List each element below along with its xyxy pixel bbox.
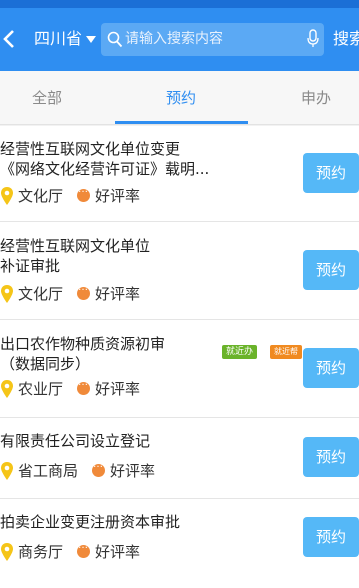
tab-appointment[interactable]: 预约	[166, 88, 196, 108]
department-label: 省工商局	[18, 462, 79, 480]
appointment-button[interactable]: 预约	[303, 153, 359, 193]
location-pin-icon	[1, 284, 13, 303]
rating-icon	[77, 540, 91, 558]
tab-apply[interactable]: 申办	[301, 88, 331, 108]
top-bar: 四川省 请输入搜索内容 搜索	[0, 8, 359, 71]
list-item[interactable]: 经营性互联网文化单位变更 《网络文化经营许可证》载明... 文化厅 好评率 预约	[0, 126, 359, 222]
item-meta: 商务厅 好评率	[0, 540, 141, 562]
microphone-icon[interactable]	[306, 29, 320, 49]
back-arrow-icon[interactable]	[2, 26, 16, 52]
region-selector[interactable]: 四川省	[34, 29, 97, 49]
item-title-line2: 《网络文化经营许可证》载明...	[0, 160, 210, 178]
list-item[interactable]: 出口农作物种质资源初审 （数据同步） 就近办 就近帮 农业厅 好评率 预约	[0, 320, 359, 418]
search-button[interactable]: 搜索	[333, 29, 359, 49]
appointment-button[interactable]: 预约	[303, 517, 359, 557]
nearby-help-tag: 就近帮	[270, 345, 302, 359]
tab-all[interactable]: 全部	[32, 88, 62, 108]
list-item[interactable]: 有限责任公司设立登记 省工商局 好评率 预约	[0, 418, 359, 499]
rating-icon	[77, 377, 91, 395]
department-label: 文化厅	[18, 285, 64, 303]
region-label: 四川省	[34, 29, 83, 48]
active-tab-indicator	[115, 121, 248, 124]
item-meta: 文化厅 好评率	[0, 282, 141, 304]
appointment-button[interactable]: 预约	[303, 348, 359, 388]
rating-icon	[92, 459, 106, 477]
list-item[interactable]: 拍卖企业变更注册资本审批 商务厅 好评率 预约	[0, 499, 359, 588]
item-meta: 文化厅 好评率	[0, 184, 141, 206]
location-pin-icon	[1, 542, 13, 561]
item-title-line1: 经营性互联网文化单位变更	[0, 140, 181, 158]
rating-icon	[77, 184, 91, 202]
item-meta: 农业厅 好评率	[0, 377, 141, 399]
item-title: 有限责任公司设立登记	[0, 432, 151, 450]
rating-label: 好评率	[95, 285, 141, 303]
search-input[interactable]: 请输入搜索内容	[101, 23, 324, 56]
appointment-button[interactable]: 预约	[303, 437, 359, 477]
item-meta: 省工商局 好评率	[0, 459, 156, 481]
department-label: 文化厅	[18, 187, 64, 205]
rating-label: 好评率	[110, 462, 156, 480]
caret-down-icon	[86, 35, 97, 43]
search-placeholder: 请输入搜索内容	[125, 31, 223, 47]
location-pin-icon	[1, 379, 13, 398]
tab-bar: 全部 预约 申办	[0, 71, 359, 125]
item-title-line2: （数据同步）	[0, 355, 91, 373]
department-label: 商务厅	[18, 543, 64, 561]
location-pin-icon	[1, 461, 13, 480]
search-icon	[107, 31, 123, 48]
rating-label: 好评率	[95, 380, 141, 398]
item-title-line1: 经营性互联网文化单位	[0, 237, 151, 255]
department-label: 农业厅	[18, 380, 64, 398]
rating-icon	[77, 282, 91, 300]
list-item[interactable]: 经营性互联网文化单位 补证审批 文化厅 好评率 预约	[0, 222, 359, 320]
item-title: 拍卖企业变更注册资本审批	[0, 513, 181, 531]
location-pin-icon	[1, 186, 13, 205]
rating-label: 好评率	[95, 187, 141, 205]
rating-label: 好评率	[95, 543, 141, 561]
item-title-line1: 出口农作物种质资源初审	[0, 335, 166, 353]
item-title-line2: 补证审批	[0, 257, 61, 275]
appointment-button[interactable]: 预约	[303, 250, 359, 290]
nearby-service-tag: 就近办	[222, 345, 258, 359]
status-bar	[0, 0, 359, 8]
